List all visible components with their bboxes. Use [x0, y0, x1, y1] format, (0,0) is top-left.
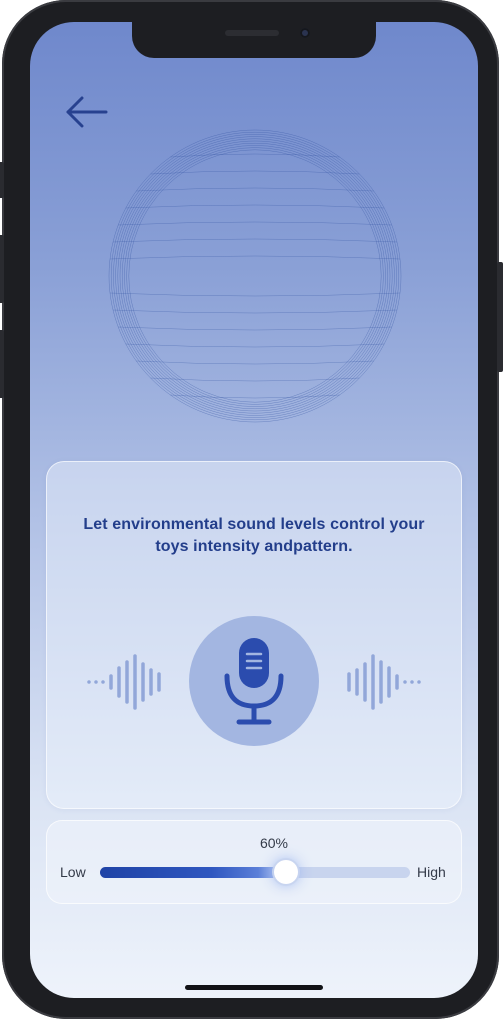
front-camera [300, 28, 310, 38]
slider-low-label: Low [60, 864, 86, 880]
slider-high-label: High [417, 864, 446, 880]
app-screen: Let environmental sound levels control y… [30, 22, 478, 998]
sound-wave-sphere-icon [105, 126, 402, 423]
earpiece-speaker [225, 30, 279, 36]
card-headline: Let environmental sound levels control y… [83, 516, 425, 555]
sound-control-card: Let environmental sound levels control y… [46, 461, 462, 809]
phone-frame: Let environmental sound levels control y… [0, 0, 503, 1019]
intensity-percent-label: 60% [259, 835, 289, 851]
sound-level-bars-right-icon [347, 654, 421, 710]
volume-down-button [0, 330, 4, 398]
mute-switch [0, 162, 4, 198]
intensity-slider-card: 60% Low High [46, 820, 462, 904]
intensity-slider-thumb[interactable] [274, 860, 298, 884]
microphone-icon [224, 638, 284, 725]
intensity-slider-fill [100, 867, 286, 878]
volume-up-button [0, 235, 4, 303]
microphone-button[interactable] [189, 616, 319, 746]
sound-level-bars-left-icon [87, 654, 161, 710]
power-button [497, 262, 503, 372]
intensity-slider-track[interactable] [100, 860, 410, 884]
home-indicator[interactable] [185, 985, 323, 990]
notch [132, 22, 376, 58]
